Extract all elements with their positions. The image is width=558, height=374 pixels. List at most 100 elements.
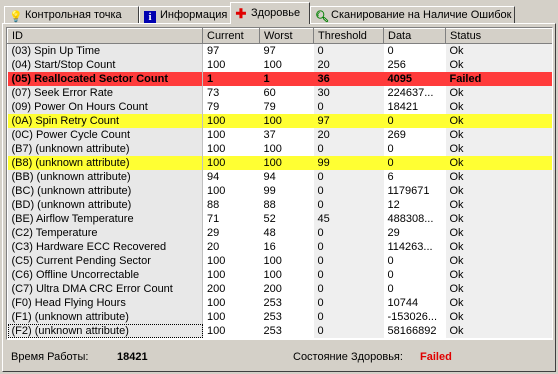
cell-current-value: 100	[202, 254, 260, 268]
red-cross-icon: ✚	[235, 6, 247, 21]
cell-raw-data: 488308...	[383, 212, 446, 226]
cell-threshold-value: 30	[313, 86, 384, 100]
smart-attributes-table[interactable]: ID Current Worst Threshold Data Status (…	[6, 27, 553, 340]
cell-status: Ok	[445, 170, 552, 184]
cell-attribute-id: (C3) Hardware ECC Recovered	[7, 240, 203, 254]
column-header-threshold[interactable]: Threshold	[313, 28, 384, 44]
cell-threshold-value: 0	[313, 240, 384, 254]
cell-status: Ok	[445, 268, 552, 282]
cell-raw-data: 58166892	[383, 324, 446, 338]
column-header-worst[interactable]: Worst	[259, 28, 314, 44]
tab-label: Здоровье	[251, 7, 301, 19]
table-row[interactable]: (F1) (unknown attribute) 100 253 0 -153026..…	[7, 310, 552, 324]
cell-current-value: 20	[202, 240, 260, 254]
cell-attribute-id: (C5) Current Pending Sector	[7, 254, 203, 268]
table-row[interactable]: (BD) (unknown attribute) 88 88 0 12 Ok	[7, 198, 552, 212]
cell-raw-data: 6	[383, 170, 446, 184]
cell-status: Ok	[445, 142, 552, 156]
table-row[interactable]: (C5) Current Pending Sector 100 100 0 0 Ok	[7, 254, 552, 268]
cell-raw-data: 224637...	[383, 86, 446, 100]
table-row[interactable]: (BB) (unknown attribute) 94 94 0 6 Ok	[7, 170, 552, 184]
table-row[interactable]: (0C) Power Cycle Count 100 37 20 269 Ok	[7, 128, 552, 142]
cell-threshold-value: 97	[313, 114, 384, 128]
cell-status: Ok	[445, 324, 552, 338]
table-row[interactable]: (BC) (unknown attribute) 100 99 0 1179671 Ok	[7, 184, 552, 198]
cell-attribute-id: (B7) (unknown attribute)	[7, 142, 203, 156]
cell-threshold-value: 0	[313, 310, 384, 324]
table-row[interactable]: (B8) (unknown attribute) 100 100 99 0 Ok	[7, 156, 552, 170]
table-row[interactable]: (03) Spin Up Time 97 97 0 0 Ok	[7, 43, 552, 58]
cell-raw-data: 1179671	[383, 184, 446, 198]
table-row[interactable]: (C7) Ultra DMA CRC Error Count 200 200 0 0 Ok	[7, 282, 552, 296]
cell-attribute-id: (F0) Head Flying Hours	[7, 296, 203, 310]
tab-health[interactable]: ✚ Здоровье	[230, 2, 310, 24]
cell-raw-data: 10744	[383, 296, 446, 310]
table-row[interactable]: (C2) Temperature 29 48 0 29 Ok	[7, 226, 552, 240]
cell-raw-data: 29	[383, 226, 446, 240]
table-row[interactable]: (F0) Head Flying Hours 100 253 0 10744 Ok	[7, 296, 552, 310]
health-status-value: Failed	[420, 351, 452, 363]
cell-status: Ok	[445, 226, 552, 240]
uptime-value: 18421	[117, 351, 148, 363]
cell-worst-value: 253	[259, 324, 314, 338]
cell-attribute-id: (C7) Ultra DMA CRC Error Count	[7, 282, 203, 296]
cell-current-value: 97	[202, 43, 260, 58]
cell-attribute-id: (F1) (unknown attribute)	[7, 310, 203, 324]
table-row[interactable]: (0A) Spin Retry Count 100 100 97 0 Ok	[7, 114, 552, 128]
cell-worst-value: 60	[259, 86, 314, 100]
cell-raw-data: 0	[383, 142, 446, 156]
cell-current-value: 100	[202, 156, 260, 170]
table-row[interactable]: (B7) (unknown attribute) 100 100 0 0 Ok	[7, 142, 552, 156]
cell-threshold-value: 0	[313, 282, 384, 296]
cell-status: Ok	[445, 296, 552, 310]
column-header-current[interactable]: Current	[202, 28, 260, 44]
cell-threshold-value: 36	[313, 72, 384, 86]
cell-attribute-id: (BC) (unknown attribute)	[7, 184, 203, 198]
cell-attribute-id: (BE) Airflow Temperature	[7, 212, 203, 226]
cell-raw-data: 269	[383, 128, 446, 142]
table-row[interactable]: (C6) Offline Uncorrectable 100 100 0 0 Ok	[7, 268, 552, 282]
tab-label: Информация	[160, 9, 228, 21]
cell-raw-data: 18421	[383, 100, 446, 114]
cell-attribute-id: (C2) Temperature	[7, 226, 203, 240]
column-header-id[interactable]: ID	[7, 28, 203, 44]
cell-attribute-id: (BB) (unknown attribute)	[7, 170, 203, 184]
cell-status: Ok	[445, 100, 552, 114]
table-row[interactable]: (07) Seek Error Rate 73 60 30 224637... Ok	[7, 86, 552, 100]
cell-raw-data: 12	[383, 198, 446, 212]
tab-info[interactable]: i Информация	[139, 6, 231, 24]
cell-status: Ok	[445, 198, 552, 212]
cell-attribute-id: (03) Spin Up Time	[7, 43, 203, 58]
cell-worst-value: 253	[259, 310, 314, 324]
cell-worst-value: 37	[259, 128, 314, 142]
tab-error-scan[interactable]: 🔍︎ Сканирование на Наличие Ошибок	[310, 6, 515, 24]
table-row[interactable]: (05) Reallocated Sector Count 1 1 36 4095 Fai…	[7, 72, 552, 86]
cell-raw-data: 0	[383, 114, 446, 128]
cell-current-value: 100	[202, 128, 260, 142]
table-row[interactable]: (04) Start/Stop Count 100 100 20 256 Ok	[7, 58, 552, 72]
cell-attribute-id: (C6) Offline Uncorrectable	[7, 268, 203, 282]
cell-status: Ok	[445, 114, 552, 128]
cell-attribute-id: (05) Reallocated Sector Count	[7, 72, 203, 86]
table-row[interactable]: (BE) Airflow Temperature 71 52 45 488308... O…	[7, 212, 552, 226]
cell-attribute-id: (0C) Power Cycle Count	[7, 128, 203, 142]
cell-worst-value: 97	[259, 43, 314, 58]
cell-status: Ok	[445, 58, 552, 72]
info-icon: i	[144, 11, 156, 23]
table-row[interactable]: (09) Power On Hours Count 79 79 0 18421 Ok	[7, 100, 552, 114]
cell-raw-data: 114263...	[383, 240, 446, 254]
table-row[interactable]: (F2) (unknown attribute) 100 253 0 58166892 O…	[7, 324, 552, 338]
cell-raw-data: 0	[383, 282, 446, 296]
cell-threshold-value: 0	[313, 226, 384, 240]
cell-status: Ok	[445, 86, 552, 100]
cell-worst-value: 1	[259, 72, 314, 86]
cell-status: Ok	[445, 128, 552, 142]
table-row[interactable]: (C3) Hardware ECC Recovered 20 16 0 114263..…	[7, 240, 552, 254]
column-header-data[interactable]: Data	[383, 28, 446, 44]
cell-status: Ok	[445, 212, 552, 226]
cell-current-value: 100	[202, 58, 260, 72]
cell-threshold-value: 20	[313, 128, 384, 142]
cell-raw-data: -153026...	[383, 310, 446, 324]
tab-checkpoint[interactable]: 💡 Контрольная точка	[4, 6, 139, 24]
column-header-status[interactable]: Status	[445, 28, 552, 44]
